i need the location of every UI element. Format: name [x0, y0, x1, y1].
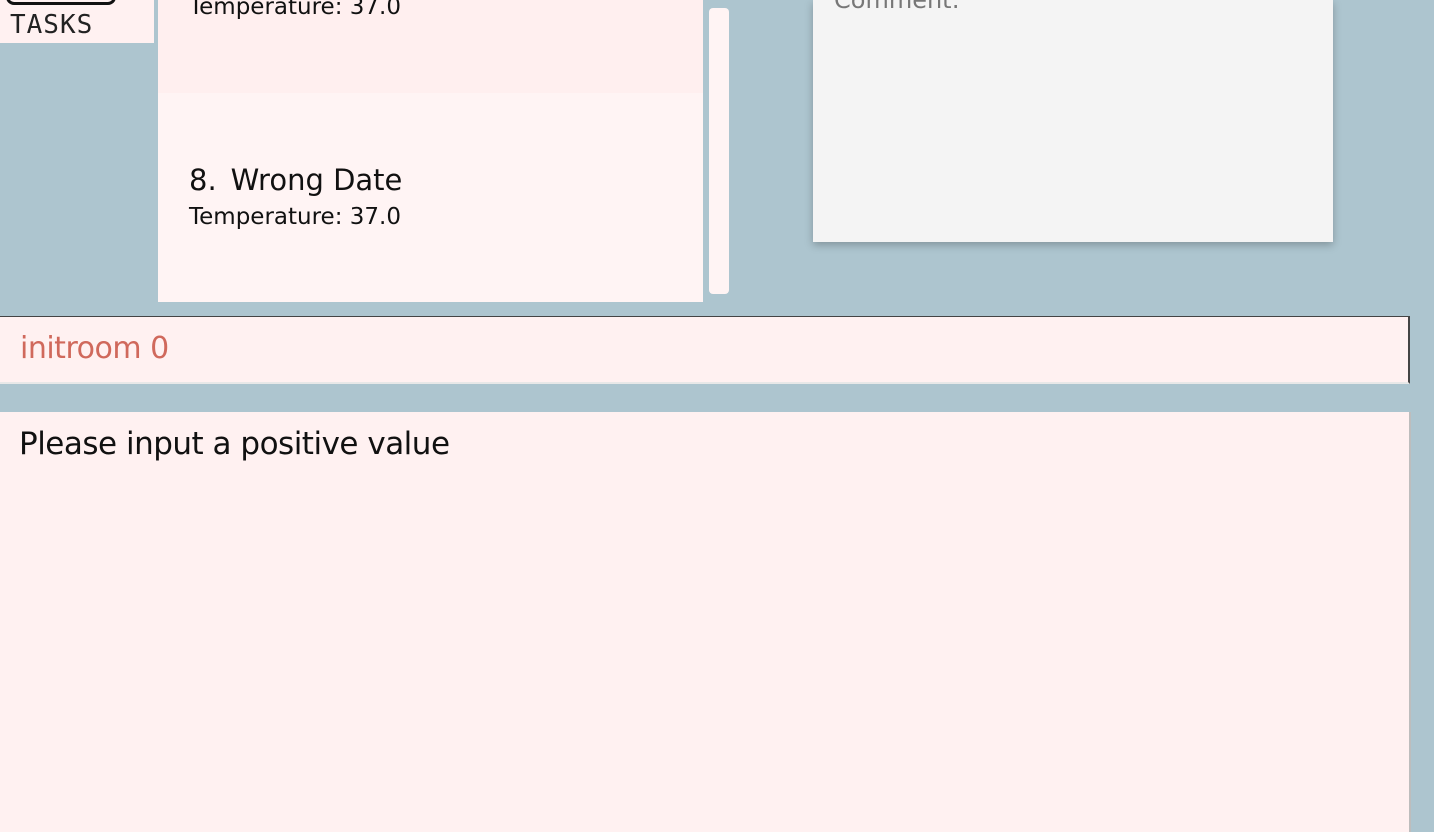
- list-item[interactable]: Temperature: 37.0: [158, 0, 703, 93]
- tasks-icon: [6, 0, 116, 5]
- command-text: initroom 0: [20, 331, 169, 366]
- task-temperature: Temperature: 37.0: [189, 204, 401, 230]
- task-name: Wrong Date: [230, 163, 403, 197]
- list-item[interactable]: 8. Wrong Date Temperature: 37.0: [158, 93, 703, 302]
- tab-tasks-label: TASKS: [10, 10, 94, 40]
- comment-placeholder: Comment:: [834, 0, 960, 14]
- result-display: Please input a positive value: [0, 412, 1411, 832]
- task-list-scrollbar[interactable]: [709, 8, 729, 294]
- task-list[interactable]: Temperature: 37.0 8. Wrong Date Temperatu…: [158, 0, 703, 302]
- task-title: 8. Wrong Date: [189, 163, 402, 197]
- command-input[interactable]: initroom 0: [0, 316, 1410, 384]
- comment-field[interactable]: Comment:: [813, 0, 1333, 242]
- task-index: 8.: [189, 163, 217, 197]
- result-message: Please input a positive value: [19, 426, 450, 462]
- tab-tasks[interactable]: TASKS: [0, 0, 154, 43]
- task-temperature: Temperature: 37.0: [189, 0, 401, 20]
